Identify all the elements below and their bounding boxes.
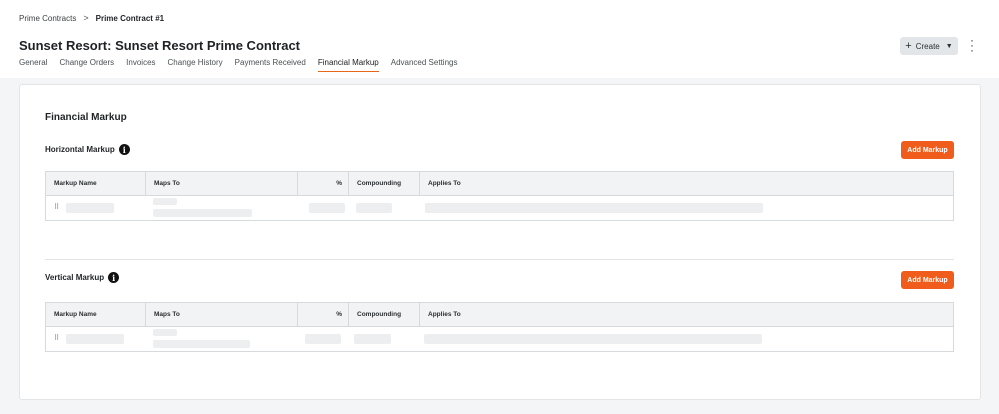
tab-general[interactable]: General: [19, 58, 47, 72]
info-icon[interactable]: i: [118, 144, 130, 155]
loading-placeholder: [356, 203, 392, 213]
tab-change-history[interactable]: Change History: [168, 58, 223, 72]
horizontal-markup-table: Markup Name Maps To % Compounding Applie…: [45, 171, 954, 221]
page-title: Sunset Resort: Sunset Resort Prime Contr…: [19, 38, 301, 53]
column-header-applies-to: Applies To: [428, 311, 461, 318]
table-header: Markup Name Maps To % Compounding Applie…: [46, 172, 953, 196]
column-header-percent: %: [298, 303, 349, 326]
create-button[interactable]: + Create ▼: [900, 37, 958, 55]
table-row: ⠿: [46, 196, 953, 220]
table-header: Markup Name Maps To % Compounding Applie…: [46, 303, 953, 327]
column-header-markup-name: Markup Name: [46, 303, 146, 326]
vertical-markup-label: Vertical Markup: [45, 273, 105, 282]
loading-placeholder: [425, 203, 763, 213]
breadcrumb: Prime Contracts > Prime Contract #1: [19, 13, 164, 23]
breadcrumb-current: Prime Contract #1: [95, 13, 165, 23]
tab-payments-received[interactable]: Payments Received: [235, 58, 306, 72]
tab-advanced-settings[interactable]: Advanced Settings: [391, 58, 458, 72]
kebab-icon[interactable]: · · ·: [968, 34, 976, 56]
add-vertical-markup-button[interactable]: Add Markup: [901, 271, 954, 289]
add-horizontal-markup-button[interactable]: Add Markup: [901, 141, 954, 159]
column-header-compounding: Compounding: [349, 172, 420, 195]
drag-handle-icon[interactable]: ⠿: [54, 203, 59, 211]
loading-placeholder: [305, 334, 341, 344]
tab-bar: General Change Orders Invoices Change Hi…: [19, 58, 457, 72]
plus-icon: +: [905, 39, 912, 52]
column-header-maps-to: Maps To: [146, 172, 298, 195]
loading-placeholder: [66, 203, 114, 213]
loading-placeholder: [66, 334, 124, 344]
horizontal-markup-title: Horizontal Markup i: [45, 144, 130, 155]
drag-handle-icon[interactable]: ⠿: [54, 334, 59, 342]
loading-placeholder: [153, 209, 252, 217]
table-row: ⠿: [46, 327, 953, 351]
financial-markup-card: [19, 84, 981, 400]
vertical-markup-title: Vertical Markup i: [45, 272, 120, 283]
column-header-applies-to: Applies To: [428, 180, 461, 187]
section-title: Financial Markup: [45, 112, 127, 123]
loading-placeholder: [153, 198, 177, 205]
create-button-label: Create: [915, 41, 940, 51]
loading-placeholder: [424, 334, 762, 344]
loading-placeholder: [153, 340, 250, 348]
loading-placeholder: [354, 334, 391, 344]
column-header-compounding: Compounding: [349, 303, 420, 326]
loading-placeholder: [309, 203, 345, 213]
info-icon[interactable]: i: [108, 272, 120, 283]
column-header-markup-name: Markup Name: [46, 172, 146, 195]
breadcrumb-parent-link[interactable]: Prime Contracts: [19, 14, 76, 23]
tab-invoices[interactable]: Invoices: [126, 58, 155, 72]
section-divider: [45, 259, 954, 260]
column-header-percent: %: [298, 172, 349, 195]
tab-change-orders[interactable]: Change Orders: [59, 58, 114, 72]
vertical-markup-table: Markup Name Maps To % Compounding Applie…: [45, 302, 954, 352]
horizontal-markup-label: Horizontal Markup: [45, 145, 115, 154]
breadcrumb-separator: >: [83, 13, 89, 23]
column-header-maps-to: Maps To: [146, 303, 298, 326]
caret-down-icon: ▼: [945, 42, 953, 50]
tab-financial-markup[interactable]: Financial Markup: [317, 58, 379, 72]
loading-placeholder: [153, 329, 177, 336]
